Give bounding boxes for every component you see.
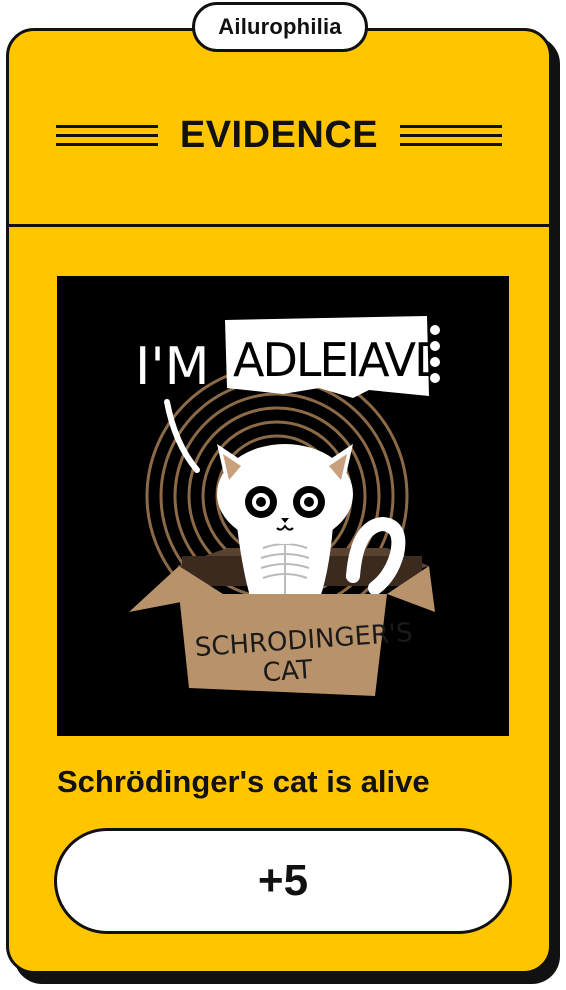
score-button[interactable]: +5 (54, 828, 512, 934)
card-header: EVIDENCE (9, 31, 549, 227)
schrodinger-cat-illustration: I'M ADLEIAVDE SCHRODINGER'S CAT (129, 316, 477, 696)
evidence-image: I'M ADLEIAVDE SCHRODINGER'S CAT (57, 276, 509, 736)
category-tag: Ailurophilia (192, 2, 368, 52)
evidence-caption: Schrödinger's cat is alive (57, 764, 430, 799)
evidence-card: EVIDENCE I'M ADLEIAVDE SCHRODINGER'S CAT… (6, 28, 552, 974)
header-decor-right (400, 125, 503, 146)
speech-text: I'M (135, 337, 210, 397)
alive-sign: ADLEIAVDE (225, 316, 477, 398)
card-title: EVIDENCE (179, 114, 379, 156)
box-label-line2: CAT (262, 655, 314, 688)
header-decor-left (55, 125, 158, 146)
evidence-card-screen: Ailurophilia EVIDENCE I'M ADLEIAVDE SCHR… (0, 0, 566, 990)
